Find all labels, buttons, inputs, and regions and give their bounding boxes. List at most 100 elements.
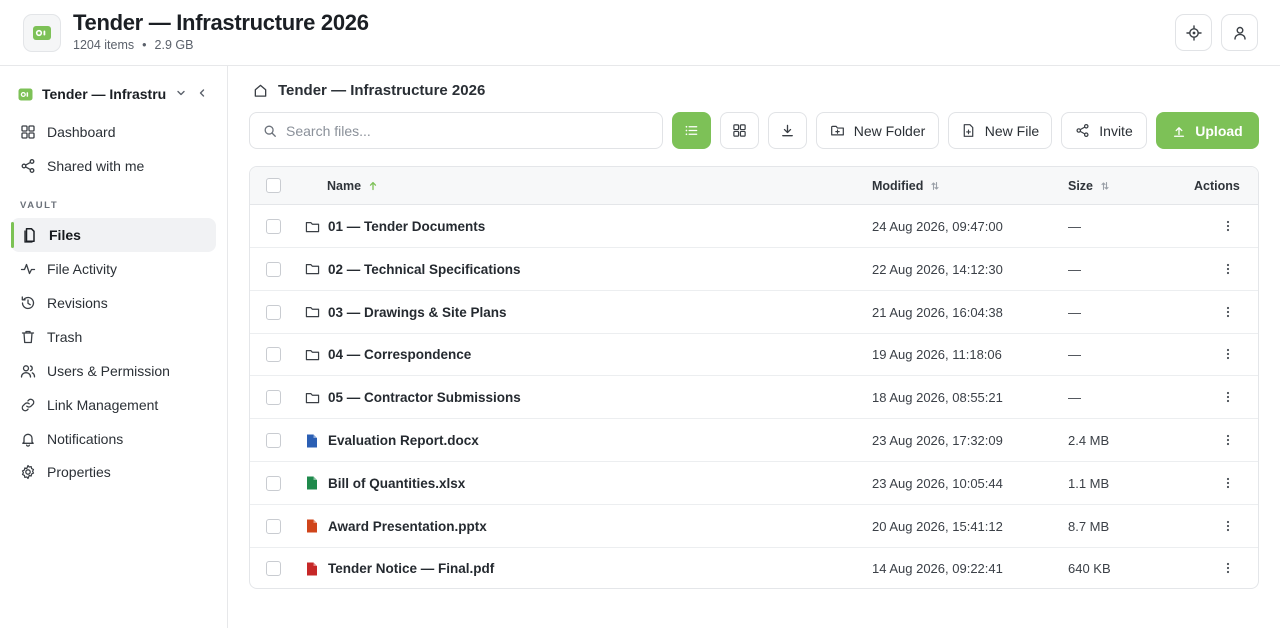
modified-date: 23 Aug 2026, 17:32:09 xyxy=(872,433,1003,448)
file-size: 8.7 MB xyxy=(1068,518,1110,534)
file-name-cell[interactable]: Award Presentation.pptx xyxy=(304,505,487,548)
select-all-checkbox[interactable] xyxy=(266,178,281,193)
app-title: Tender — Infrastructure 2026 xyxy=(73,10,369,35)
folder-plus-icon xyxy=(830,125,844,136)
file-name-cell[interactable]: Evaluation Report.docx xyxy=(304,419,479,462)
search-input[interactable] xyxy=(286,122,646,139)
file-name[interactable]: 02 — Technical Specifications xyxy=(328,262,521,277)
collapse-sidebar-icon[interactable] xyxy=(196,87,208,99)
new-folder-button[interactable]: New Folder xyxy=(816,112,939,149)
file-type-icon xyxy=(304,433,320,449)
column-header-modified[interactable]: Modified xyxy=(872,179,940,193)
row-checkbox[interactable] xyxy=(266,518,281,534)
sidebar-item-file-activity[interactable]: File Activity xyxy=(11,252,216,286)
row-actions-button[interactable] xyxy=(1220,389,1236,405)
new-file-label: New File xyxy=(984,122,1040,139)
more-vertical-icon xyxy=(1226,563,1230,574)
table-row[interactable]: Bill of Quantities.xlsx 23 Aug 2026, 10:0… xyxy=(250,462,1258,505)
row-checkbox[interactable] xyxy=(266,261,281,277)
table-row[interactable]: 05 — Contractor Submissions 18 Aug 2026, … xyxy=(250,376,1258,420)
file-name[interactable]: 01 — Tender Documents xyxy=(328,219,485,234)
sidebar-item-link-management[interactable]: Link Management xyxy=(11,388,216,422)
table-row[interactable]: Evaluation Report.docx 23 Aug 2026, 17:32… xyxy=(250,419,1258,462)
grid-view-button[interactable] xyxy=(720,112,759,149)
app-logo-icon xyxy=(23,14,61,52)
row-actions-button[interactable] xyxy=(1220,432,1236,448)
row-actions-button[interactable] xyxy=(1220,475,1236,491)
table-row[interactable]: 03 — Drawings & Site Plans 21 Aug 2026, 1… xyxy=(250,291,1258,334)
more-vertical-icon xyxy=(1226,520,1230,531)
row-checkbox[interactable] xyxy=(266,433,281,448)
word-document-icon xyxy=(307,434,317,447)
file-name[interactable]: 03 — Drawings & Site Plans xyxy=(328,305,507,320)
row-checkbox[interactable] xyxy=(266,219,281,234)
row-actions-button[interactable] xyxy=(1220,218,1236,234)
locate-button[interactable] xyxy=(1175,14,1212,51)
sidebar-item-dashboard[interactable]: Dashboard xyxy=(11,115,216,149)
home-icon[interactable] xyxy=(253,83,268,98)
file-name-cell[interactable]: Bill of Quantities.xlsx xyxy=(304,462,465,505)
file-name[interactable]: Tender Notice — Final.pdf xyxy=(328,561,494,576)
file-name[interactable]: Evaluation Report.docx xyxy=(328,433,479,448)
column-header-name[interactable]: Name xyxy=(327,179,378,193)
file-name-cell[interactable]: 05 — Contractor Submissions xyxy=(304,376,521,419)
row-actions-button[interactable] xyxy=(1220,346,1236,362)
file-name[interactable]: Award Presentation.pptx xyxy=(328,519,487,534)
invite-button[interactable]: Invite xyxy=(1061,112,1147,149)
sidebar-item-trash[interactable]: Trash xyxy=(11,320,216,354)
row-actions-button[interactable] xyxy=(1220,304,1236,320)
table-row[interactable]: 01 — Tender Documents 24 Aug 2026, 09:47:… xyxy=(250,205,1258,248)
table-header: Name Modified Size Actions xyxy=(250,167,1258,205)
sidebar-item-users-permission[interactable]: Users & Permission xyxy=(11,354,216,388)
chevron-down-icon[interactable] xyxy=(175,87,187,99)
file-name[interactable]: 05 — Contractor Submissions xyxy=(328,390,521,405)
file-size: 2.4 MB xyxy=(1068,433,1110,448)
breadcrumb-current[interactable]: Tender — Infrastructure 2026 xyxy=(278,82,485,99)
row-checkbox[interactable] xyxy=(266,390,281,406)
file-name-cell[interactable]: 01 — Tender Documents xyxy=(304,205,485,248)
table-row[interactable]: 02 — Technical Specifications 22 Aug 2026… xyxy=(250,248,1258,291)
file-type-icon xyxy=(304,561,320,577)
file-name-cell[interactable]: Tender Notice — Final.pdf xyxy=(304,547,494,588)
modified-date: 18 Aug 2026, 08:55:21 xyxy=(872,390,1003,406)
table-row[interactable]: Tender Notice — Final.pdf 14 Aug 2026, 09… xyxy=(250,547,1258,588)
section-label-vault: VAULT xyxy=(20,200,59,211)
pdf-document-icon xyxy=(307,562,317,576)
file-name[interactable]: Bill of Quantities.xlsx xyxy=(328,476,465,491)
file-name-cell[interactable]: 02 — Technical Specifications xyxy=(304,248,521,291)
column-header-size[interactable]: Size xyxy=(1068,179,1110,193)
file-type-icon xyxy=(304,347,320,363)
more-vertical-icon xyxy=(1226,220,1230,232)
table-row[interactable]: 04 — Correspondence 19 Aug 2026, 11:18:06… xyxy=(250,333,1258,377)
upload-button[interactable]: Upload xyxy=(1156,112,1259,149)
sidebar-item-shared[interactable]: Shared with me xyxy=(11,149,216,183)
row-checkbox[interactable] xyxy=(266,561,281,577)
row-checkbox[interactable] xyxy=(266,347,281,363)
file-name-cell[interactable]: 03 — Drawings & Site Plans xyxy=(304,291,507,334)
workspace-switcher[interactable]: Tender — Infrastructure 2026 xyxy=(18,85,214,103)
search-box[interactable] xyxy=(249,112,663,149)
sidebar-item-notifications[interactable]: Notifications xyxy=(11,422,216,456)
file-name[interactable]: 04 — Correspondence xyxy=(328,347,471,362)
sidebar-item-properties[interactable]: Properties xyxy=(11,455,216,489)
sort-icon xyxy=(1101,181,1109,191)
row-actions-button[interactable] xyxy=(1220,560,1236,576)
row-checkbox[interactable] xyxy=(266,475,281,491)
share-icon xyxy=(1076,123,1089,138)
sidebar: Tender — Infrastructure 2026 Dashboard S… xyxy=(0,66,228,628)
new-file-button[interactable]: New File xyxy=(948,112,1052,149)
list-view-button[interactable] xyxy=(672,112,711,149)
row-actions-button[interactable] xyxy=(1220,261,1236,277)
row-checkbox[interactable] xyxy=(266,304,281,320)
download-button[interactable] xyxy=(768,112,807,149)
file-name-cell[interactable]: 04 — Correspondence xyxy=(304,333,471,376)
user-account-button[interactable] xyxy=(1221,14,1258,51)
sidebar-item-label: Dashboard xyxy=(47,124,116,140)
folder-icon xyxy=(305,349,319,361)
file-icon xyxy=(24,228,35,243)
sidebar-item-revisions[interactable]: Revisions xyxy=(11,286,216,320)
row-actions-button[interactable] xyxy=(1220,518,1236,534)
table-row[interactable]: Award Presentation.pptx 20 Aug 2026, 15:4… xyxy=(250,505,1258,548)
list-view-icon xyxy=(685,125,698,136)
sidebar-item-files[interactable]: Files xyxy=(11,218,216,252)
